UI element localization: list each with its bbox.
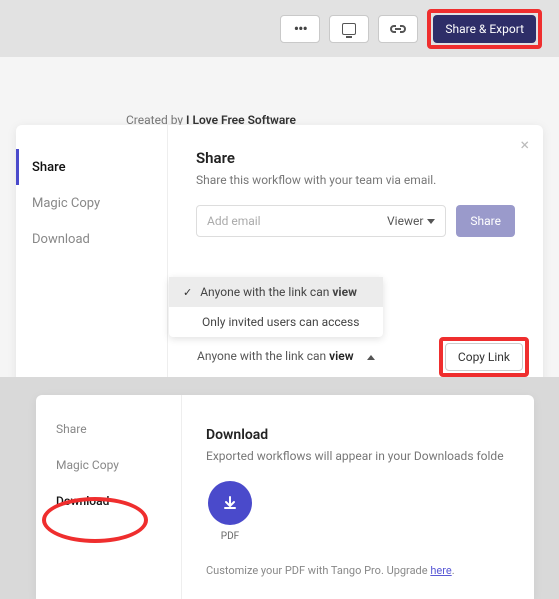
access-option-label: Only invited users can access <box>202 315 359 329</box>
topbar: ••• Share & Export <box>0 0 559 57</box>
download-panel: Share Magic Copy Download Download Expor… <box>36 395 534 599</box>
share-button[interactable]: Share <box>456 205 515 237</box>
customize-text: Customize your PDF with Tango Pro. Upgra… <box>206 564 510 577</box>
access-option-invited[interactable]: Only invited users can access <box>169 307 383 337</box>
sidebar-item-share[interactable]: Share <box>16 149 167 185</box>
present-icon <box>342 23 356 35</box>
share-description: Share this workflow with your team via e… <box>196 173 515 187</box>
share-export-highlight: Share & Export <box>427 9 542 49</box>
download-body: Download Exported workflows will appear … <box>182 395 534 599</box>
copy-link-highlight: Copy Link <box>439 337 529 377</box>
sidebar-item-download[interactable]: Download <box>36 483 181 519</box>
access-current[interactable]: Anyone with the link can view <box>197 349 375 363</box>
download-icon <box>222 495 238 511</box>
sidebar-item-label: Download <box>56 494 109 508</box>
sidebar-item-label: Magic Copy <box>56 458 119 472</box>
more-icon: ••• <box>294 21 307 37</box>
copy-link-button[interactable]: Copy Link <box>445 343 523 371</box>
chevron-down-icon <box>427 219 435 224</box>
access-dropdown: ✓ Anyone with the link can view Only inv… <box>169 277 383 337</box>
access-option-bold: view <box>332 285 357 299</box>
pdf-download-button[interactable] <box>208 481 252 525</box>
role-label: Viewer <box>387 214 423 228</box>
sidebar-item-download[interactable]: Download <box>16 221 167 257</box>
present-button[interactable] <box>329 15 369 43</box>
sidebar-item-label: Share <box>56 422 87 436</box>
access-current-bold: view <box>329 349 353 363</box>
sidebar-item-label: Download <box>32 232 90 247</box>
link-icon <box>389 23 407 35</box>
more-button[interactable]: ••• <box>280 15 320 43</box>
access-current-prefix: Anyone with the link can <box>197 349 329 363</box>
pdf-download-block: PDF <box>206 481 254 542</box>
chevron-up-icon <box>367 355 375 360</box>
sidebar-item-magic-copy[interactable]: Magic Copy <box>16 185 167 221</box>
email-input[interactable] <box>207 214 387 228</box>
access-option-prefix: Anyone with the link can <box>200 285 329 299</box>
sidebar-item-label: Share <box>32 160 66 175</box>
share-export-button[interactable]: Share & Export <box>433 15 536 43</box>
upgrade-link[interactable]: here <box>430 564 451 577</box>
email-row: Viewer Share <box>196 205 515 237</box>
link-controls: ✓ Anyone with the link can view Only inv… <box>197 345 537 364</box>
access-option-anyone[interactable]: ✓ Anyone with the link can view <box>169 277 383 307</box>
close-button[interactable]: × <box>520 135 529 154</box>
share-title: Share <box>196 149 515 167</box>
share-sidebar: Share Magic Copy Download <box>16 125 168 385</box>
sidebar-item-label: Magic Copy <box>32 196 100 211</box>
pdf-label: PDF <box>221 531 239 542</box>
customize-prefix: Customize your PDF with Tango Pro. Upgra… <box>206 564 430 577</box>
check-icon: ✓ <box>183 286 192 299</box>
sidebar-item-magic-copy[interactable]: Magic Copy <box>36 447 181 483</box>
download-title: Download <box>206 427 510 443</box>
link-button[interactable] <box>378 15 418 43</box>
sidebar-item-share[interactable]: Share <box>36 411 181 447</box>
download-sidebar: Share Magic Copy Download <box>36 395 182 599</box>
close-icon: × <box>520 135 529 154</box>
email-input-wrap: Viewer <box>196 205 446 237</box>
download-description: Exported workflows will appear in your D… <box>206 449 510 463</box>
role-select[interactable]: Viewer <box>387 214 435 228</box>
